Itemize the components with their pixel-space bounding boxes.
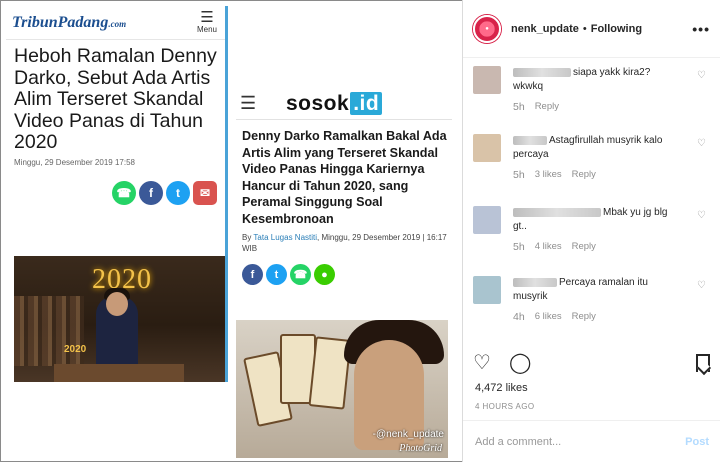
comment-body: Percaya ramalan itu musyrik 4h 6 likes R… (513, 276, 683, 338)
add-comment-input[interactable] (475, 435, 686, 448)
tribun-logo-suffix: .com (108, 18, 127, 29)
comment-age: 5h (513, 241, 525, 253)
blurred-username (513, 207, 601, 217)
facebook-icon[interactable]: f (242, 264, 263, 285)
tarot-table (54, 364, 184, 382)
like-heart-icon[interactable]: ♡ (697, 138, 706, 149)
tribun-logo[interactable]: TribunPadang.com (12, 14, 126, 32)
comment-text-line: Mbak yu jg blg gt.. (513, 206, 683, 234)
bookmark-icon[interactable] (696, 354, 710, 372)
commenter-avatar[interactable] (473, 276, 501, 304)
tribun-share-bar: ☎ f t ✉ (6, 171, 225, 205)
watermark-handle: -@nenk_update (372, 429, 444, 440)
comment-meta: 4h 6 likes Reply (513, 310, 683, 324)
avatar[interactable]: ● (473, 14, 501, 43)
comment-body: Astagfirullah musyrik kalo percaya 5h 3 … (513, 134, 683, 198)
like-heart-icon[interactable]: ♡ (697, 70, 706, 81)
add-comment-bar: Post (463, 420, 720, 462)
sosok-logo-main: sosok (286, 91, 350, 115)
comment-text-line: Percaya ramalan itu musyrik (513, 276, 683, 304)
instagram-panel: ● nenk_update • Following ••• siapa yakk… (462, 0, 720, 462)
sosok-logo-id: .id (350, 91, 383, 115)
bookshelf (14, 296, 84, 366)
twitter-icon[interactable]: t (166, 180, 190, 205)
ig-username[interactable]: nenk_update (511, 23, 579, 35)
following-button[interactable]: Following (591, 23, 642, 35)
reply-button[interactable]: Reply (572, 310, 596, 324)
like-heart-icon[interactable]: ♡ (697, 210, 706, 221)
hamburger-icon[interactable]: ☰ (240, 93, 286, 114)
comment-item: Astagfirullah musyrik kalo percaya 5h 3 … (473, 126, 706, 198)
comment-likes[interactable]: 6 likes (535, 310, 562, 324)
author-link[interactable]: Tata Lugas Nastiti (253, 233, 317, 242)
whatsapp-icon[interactable]: ☎ (112, 180, 136, 205)
commenter-avatar[interactable] (473, 206, 501, 234)
ig-separator: • (582, 22, 587, 35)
tribun-headline: Heboh Ramalan Denny Darko, Sebut Ada Art… (14, 45, 217, 153)
person-head (106, 292, 128, 316)
blurred-username (513, 67, 571, 77)
tribun-date: Minggu, 29 Desember 2019 17:58 (14, 157, 135, 167)
comment-item: Mbak yu jg blg gt.. 5h 4 likes Reply ♡ (473, 198, 706, 268)
like-heart-icon[interactable]: ♡ (697, 280, 706, 291)
twitter-icon[interactable]: t (266, 264, 287, 285)
commenter-avatar[interactable] (473, 134, 501, 162)
menu-label: Menu (196, 25, 217, 34)
more-options-icon[interactable]: ••• (692, 21, 710, 37)
comment-meta: 5h 3 likes Reply (513, 168, 683, 182)
photo-year-small: 2020 (64, 344, 87, 355)
sosok-headline: Denny Darko Ramalkan Bakal Ada Artis Ali… (242, 129, 447, 226)
comment-likes[interactable]: 4 likes (535, 240, 562, 254)
comment-list: siapa yakk kira2? wkwkq 5h Reply ♡ Astag… (463, 58, 720, 338)
hamburger-icon: ☰ (200, 9, 214, 26)
post-button[interactable]: Post (685, 436, 709, 448)
menu-button[interactable]: ☰ Menu (196, 9, 217, 34)
blurred-username (513, 277, 557, 287)
watermark-photogrid: PhotoGrid (399, 443, 442, 454)
sosok-header: ☰ sosok .id (236, 88, 452, 120)
sosok-photo: -@nenk_update PhotoGrid (236, 320, 448, 458)
reply-button[interactable]: Reply (572, 240, 596, 254)
blurred-username (513, 135, 547, 145)
comment-body: Mbak yu jg blg gt.. 5h 4 likes Reply (513, 206, 683, 268)
comment-likes[interactable]: 3 likes (535, 168, 562, 182)
comment-age: 5h (513, 101, 525, 113)
comment-age: 5h (513, 169, 525, 181)
reply-button[interactable]: Reply (572, 168, 596, 182)
tribun-photo: 2020 2020 (14, 256, 225, 382)
ig-action-bar: ♡ ◯ (473, 352, 531, 374)
sosok-byline: By Tata Lugas Nastiti, Minggu, 29 Desemb… (236, 227, 452, 254)
commenter-avatar[interactable] (473, 66, 501, 94)
comment-text-line: siapa yakk kira2? wkwkq (513, 66, 683, 94)
reply-button[interactable]: Reply (535, 100, 559, 114)
comment-age: 4h (513, 311, 525, 323)
heart-icon[interactable]: ♡ (473, 352, 495, 374)
post-time: 4 HOURS AGO (475, 402, 535, 411)
comment-bubble-icon[interactable]: ◯ (509, 352, 531, 374)
sosok-logo[interactable]: sosok .id (286, 91, 383, 116)
whatsapp-icon[interactable]: ☎ (290, 264, 311, 285)
likes-count[interactable]: 4,472 likes (475, 382, 528, 394)
sosok-share-bar: f t ☎ ● (236, 254, 452, 285)
facebook-icon[interactable]: f (139, 180, 163, 205)
sosok-article: ☰ sosok .id Denny Darko Ramalkan Bakal Ad… (236, 88, 452, 458)
comment-meta: 5h 4 likes Reply (513, 240, 683, 254)
comment-item: Percaya ramalan itu musyrik 4h 6 likes R… (473, 268, 706, 338)
comment-body: siapa yakk kira2? wkwkq 5h Reply (513, 66, 683, 126)
by-label: By (242, 233, 252, 242)
tribun-header: TribunPadang.com ☰ Menu (6, 6, 225, 40)
tribunpadang-article: TribunPadang.com ☰ Menu Heboh Ramalan De… (6, 6, 228, 382)
comment-text-line: Astagfirullah musyrik kalo percaya (513, 134, 683, 162)
comment-icon[interactable]: ✉ (193, 180, 217, 205)
tribun-logo-text: TribunPadang (12, 13, 109, 31)
comment-item: siapa yakk kira2? wkwkq 5h Reply ♡ (473, 58, 706, 126)
comment-meta: 5h Reply (513, 100, 683, 114)
ig-header: ● nenk_update • Following ••• (463, 0, 720, 58)
line-icon[interactable]: ● (314, 264, 335, 285)
